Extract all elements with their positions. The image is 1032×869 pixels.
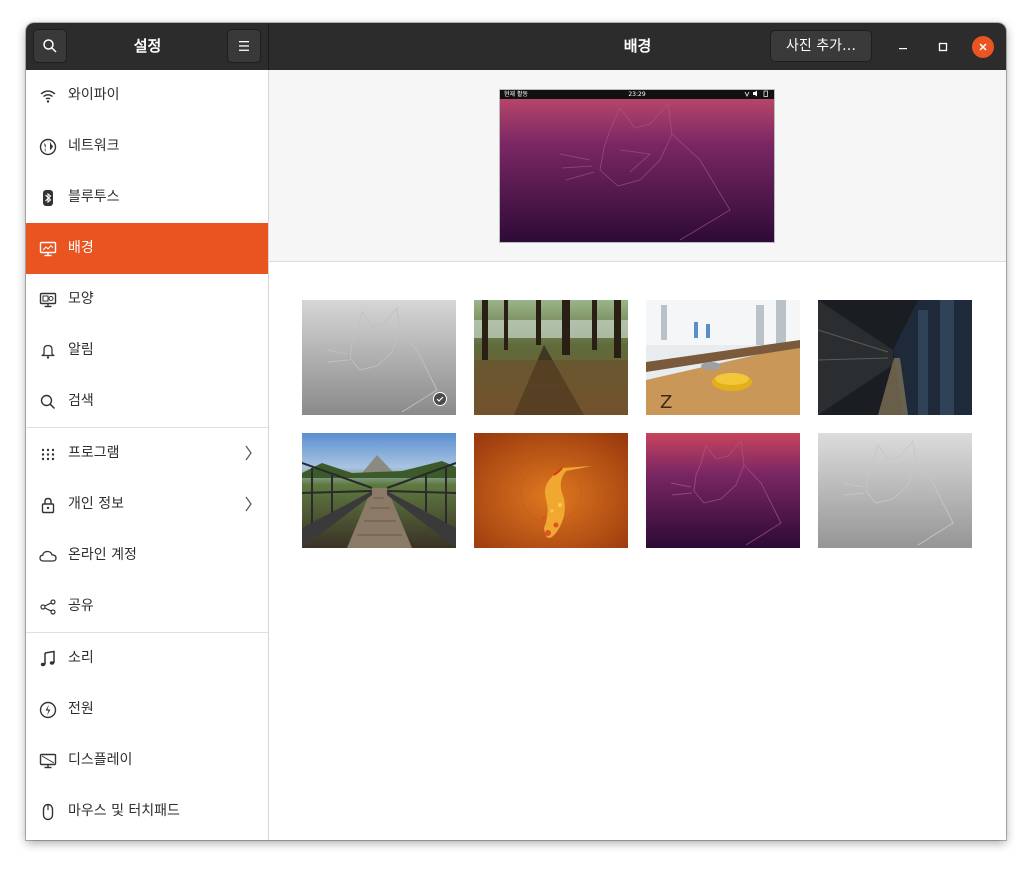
apps-grid-icon (41, 448, 55, 461)
sidebar-item-label: 소리 (68, 650, 94, 666)
sidebar-header: 설정 (26, 23, 269, 70)
sidebar-item-display[interactable]: 디스플레이 (26, 735, 268, 786)
close-icon (979, 43, 987, 51)
sidebar-item-label: 네트워크 (68, 138, 120, 154)
chevron-right-icon (245, 445, 252, 461)
hamburger-menu-icon (239, 41, 249, 51)
wallpaper-thumbnail[interactable] (302, 300, 456, 415)
sidebar-item-mouse-touchpad[interactable]: 마우스 및 터치패드 (26, 786, 268, 837)
search-icon (43, 39, 57, 53)
sidebar-item-appearance[interactable]: 모양 (26, 274, 268, 325)
wallpaper-thumbnail[interactable] (818, 300, 972, 415)
monitor-icon (39, 241, 57, 257)
sidebar-item-background[interactable]: 배경 (26, 223, 268, 274)
lock-icon (41, 497, 55, 514)
preview-wallpaper-image (500, 90, 774, 242)
search-icon (40, 394, 56, 410)
sidebar-item-label: 블루투스 (68, 189, 120, 205)
sidebar-item-label: 디스플레이 (68, 752, 133, 768)
sidebar-item-label: 공유 (68, 598, 94, 614)
background-panel: 현재 활동 23:29 Z (269, 70, 1006, 840)
sidebar-item-label: 와이파이 (68, 87, 120, 103)
wallpaper-thumbnail[interactable] (474, 300, 628, 415)
preview-area: 현재 활동 23:29 (269, 70, 1006, 262)
bell-icon (40, 344, 56, 359)
sidebar-item-label: 프로그램 (68, 445, 120, 461)
wallpaper-image-shuffleboard: Z (646, 300, 800, 415)
status-icons (744, 90, 768, 97)
bluetooth-icon (43, 190, 53, 206)
music-note-icon (40, 650, 55, 667)
mouse-icon (42, 803, 54, 821)
sidebar-item-network[interactable]: 네트워크 (26, 121, 268, 172)
header-bar: 설정 배경 사진 추가… (26, 23, 1006, 70)
sidebar-item-sharing[interactable]: 공유 (26, 581, 268, 632)
power-icon (39, 701, 57, 719)
sidebar-item-sound[interactable]: 소리 (26, 633, 268, 684)
wallpaper-image-fossa-purple (646, 433, 800, 548)
display-icon (39, 753, 57, 769)
sidebar: 와이파이 네트워크 블루투스 배경 모양 알림 검색 프로그램 개인 정보 온라… (26, 70, 269, 840)
chevron-right-icon (245, 496, 252, 512)
sidebar-item-wifi[interactable]: 와이파이 (26, 70, 268, 121)
sidebar-item-label: 온라인 계정 (68, 547, 137, 563)
cloud-icon (39, 550, 57, 562)
globe-icon (39, 138, 57, 156)
wifi-icon (40, 90, 56, 103)
wallpaper-thumbnail[interactable]: Z (646, 300, 800, 415)
wallpaper-image-fossa-light-grey (818, 433, 972, 548)
sidebar-item-label: 전원 (68, 701, 94, 717)
add-photo-button[interactable]: 사진 추가… (770, 30, 872, 62)
sidebar-item-label: 개인 정보 (68, 496, 124, 512)
sidebar-item-notifications[interactable]: 알림 (26, 325, 268, 376)
sidebar-item-label: 알림 (68, 342, 94, 358)
sidebar-item-power[interactable]: 전원 (26, 684, 268, 735)
minimize-icon (899, 48, 907, 50)
minimize-button[interactable] (892, 36, 914, 58)
wallpaper-thumbnail[interactable] (302, 433, 456, 548)
settings-window: 설정 배경 사진 추가… 와이파이 네트워크 블루투스 배경 모양 알림 검색 … (26, 23, 1006, 840)
sidebar-item-privacy[interactable]: 개인 정보 (26, 479, 268, 530)
wallpaper-image-orange-bird (474, 433, 628, 548)
current-background-preview: 현재 활동 23:29 (499, 89, 775, 243)
preview-top-bar: 현재 활동 23:29 (500, 90, 774, 99)
sidebar-item-label: 배경 (68, 240, 94, 256)
sidebar-item-search[interactable]: 검색 (26, 376, 268, 427)
wallpaper-image-bridge (302, 433, 456, 548)
settings-title: 설정 (133, 37, 162, 55)
menu-button[interactable] (227, 29, 261, 63)
close-button[interactable] (972, 36, 994, 58)
preview-status-icons (744, 90, 770, 100)
share-icon (40, 599, 56, 615)
sidebar-item-label: 검색 (68, 393, 94, 409)
sidebar-item-applications[interactable]: 프로그램 (26, 428, 268, 479)
wallpaper-thumbnail[interactable] (818, 433, 972, 548)
wallpaper-thumbnail[interactable] (646, 433, 800, 548)
svg-text:Z: Z (660, 392, 672, 413)
preview-clock: 23:29 (628, 91, 646, 98)
sidebar-item-bluetooth[interactable]: 블루투스 (26, 172, 268, 223)
wallpaper-image-subway (818, 300, 972, 415)
selected-check-icon (433, 392, 447, 406)
appearance-icon (39, 292, 57, 308)
wallpaper-image-forest (474, 300, 628, 415)
sidebar-item-label: 마우스 및 터치패드 (68, 803, 180, 819)
maximize-icon (938, 42, 948, 52)
sidebar-item-online-accounts[interactable]: 온라인 계정 (26, 530, 268, 581)
sidebar-item-label: 모양 (68, 291, 94, 307)
wallpaper-thumbnail[interactable] (474, 433, 628, 548)
maximize-button[interactable] (932, 36, 954, 58)
search-button[interactable] (33, 29, 67, 63)
